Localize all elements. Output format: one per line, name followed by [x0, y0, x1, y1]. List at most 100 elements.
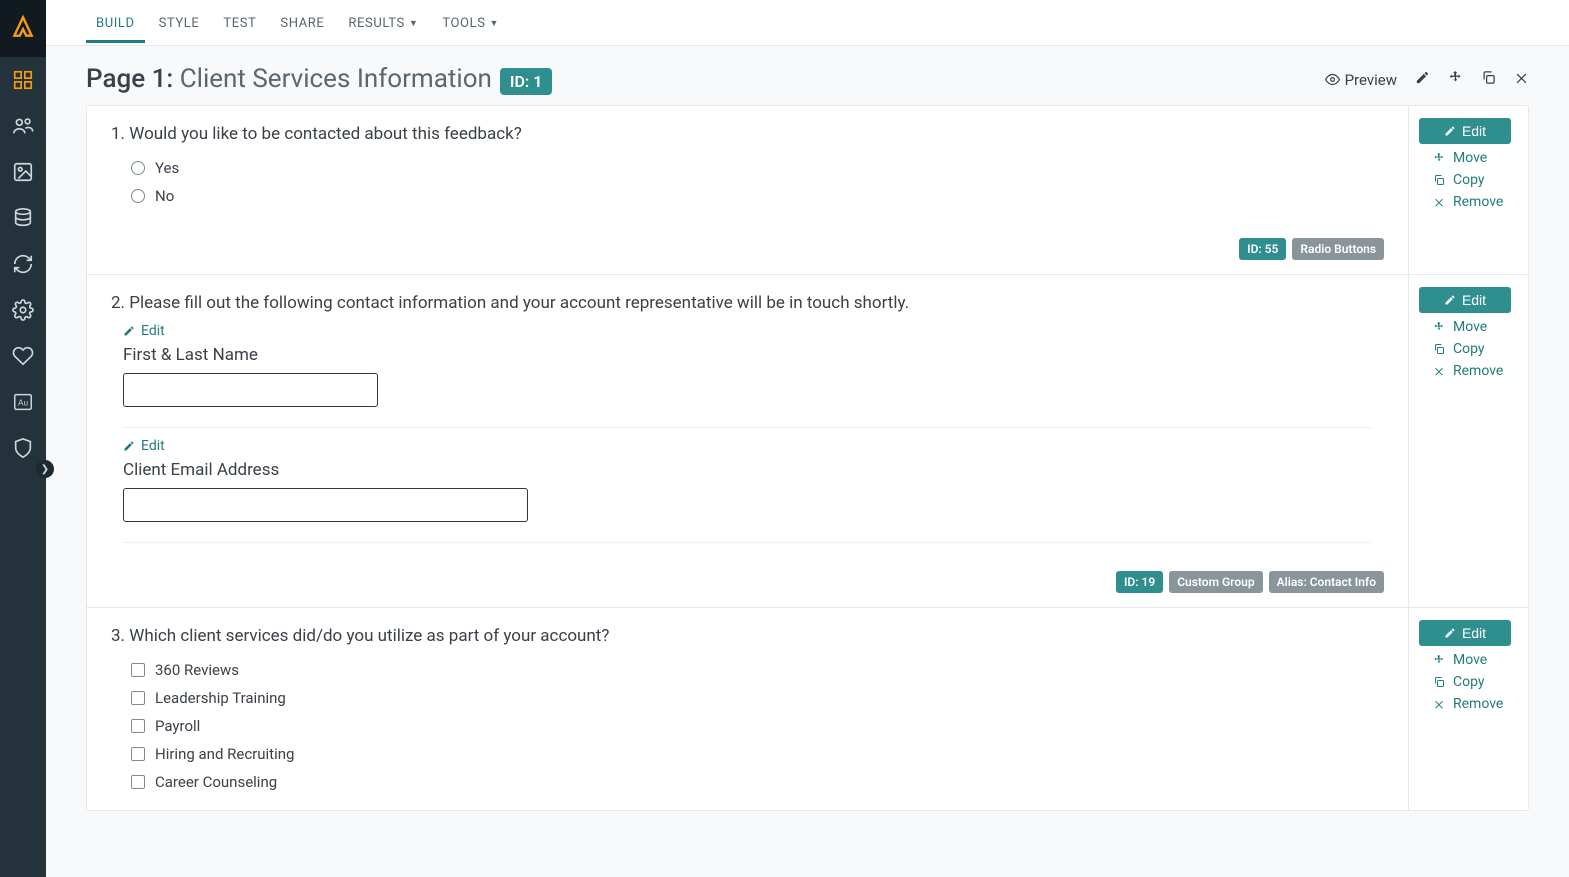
- question-id-chip: ID: 19: [1116, 571, 1163, 593]
- copy-page-button[interactable]: [1481, 70, 1496, 89]
- field-label: First & Last Name: [123, 345, 1384, 365]
- caret-down-icon: ▼: [490, 18, 500, 29]
- tab-label: STYLE: [159, 16, 200, 31]
- content-scroll[interactable]: Page 1: Client Services Information ID: …: [46, 46, 1569, 877]
- question-text: 1. Would you like to be contacted about …: [111, 124, 1384, 144]
- rename-page-button[interactable]: [1415, 70, 1430, 89]
- logo-icon: [10, 14, 36, 40]
- page-header: Page 1: Client Services Information ID: …: [86, 64, 1529, 95]
- move-page-button[interactable]: [1448, 70, 1463, 89]
- tab-test[interactable]: TEST: [213, 2, 266, 43]
- question-side-actions: Edit Move Copy Remove: [1408, 608, 1528, 810]
- pencil-icon: [1444, 125, 1456, 137]
- caret-down-icon: ▼: [409, 18, 419, 29]
- copy-question-link[interactable]: Copy: [1419, 674, 1485, 690]
- rail-item-build[interactable]: [0, 57, 46, 103]
- tab-style[interactable]: STYLE: [149, 2, 210, 43]
- move-icon: [1448, 70, 1463, 85]
- tab-label: SHARE: [280, 16, 324, 31]
- tab-label: BUILD: [96, 16, 135, 31]
- pencil-icon: [1415, 70, 1430, 85]
- radio-icon: [131, 189, 145, 203]
- rail-item-sync[interactable]: [0, 241, 46, 287]
- checkbox-icon: [131, 663, 145, 677]
- checkbox-icon: [131, 719, 145, 733]
- copy-question-link[interactable]: Copy: [1419, 341, 1485, 357]
- rail-item-media[interactable]: [0, 149, 46, 195]
- question-side-actions: Edit Move Copy Remove: [1408, 275, 1528, 607]
- option-label: Hiring and Recruiting: [155, 745, 294, 763]
- subfield-edit-link[interactable]: Edit: [111, 438, 1384, 454]
- remove-question-link[interactable]: Remove: [1419, 696, 1503, 712]
- pencil-icon: [1444, 627, 1456, 639]
- tab-label: TOOLS: [442, 16, 485, 31]
- option-label: Payroll: [155, 717, 200, 735]
- move-question-link[interactable]: Move: [1419, 150, 1487, 166]
- grid-icon: [12, 69, 34, 91]
- edit-question-button[interactable]: Edit: [1419, 118, 1511, 144]
- option-label: No: [155, 187, 174, 205]
- rail-item-data[interactable]: [0, 195, 46, 241]
- au-box-icon: Au: [12, 391, 34, 413]
- edit-question-button[interactable]: Edit: [1419, 620, 1511, 646]
- database-icon: [12, 207, 34, 229]
- preview-button[interactable]: Preview: [1325, 71, 1397, 89]
- tab-share[interactable]: SHARE: [270, 2, 334, 43]
- question-type-chip: Radio Buttons: [1292, 238, 1384, 260]
- question-text: 3. Which client services did/do you util…: [111, 626, 1384, 646]
- checkbox-option[interactable]: Career Counseling: [111, 768, 1384, 796]
- gear-icon: [12, 299, 34, 321]
- name-input[interactable]: [123, 373, 378, 407]
- rail-item-settings[interactable]: [0, 287, 46, 333]
- edit-question-button[interactable]: Edit: [1419, 287, 1511, 313]
- radio-option[interactable]: No: [111, 182, 1384, 210]
- delete-page-button[interactable]: [1514, 70, 1529, 89]
- logo[interactable]: [0, 0, 46, 57]
- checkbox-option[interactable]: Hiring and Recruiting: [111, 740, 1384, 768]
- tab-results[interactable]: RESULTS▼: [338, 2, 428, 43]
- copy-question-link[interactable]: Copy: [1419, 172, 1485, 188]
- radio-option[interactable]: Yes: [111, 154, 1384, 182]
- rail-item-responses[interactable]: [0, 103, 46, 149]
- svg-text:Au: Au: [18, 399, 29, 408]
- tab-build[interactable]: BUILD: [86, 2, 145, 43]
- pencil-icon: [123, 440, 135, 452]
- question-alias-chip: Alias: Contact Info: [1269, 571, 1384, 593]
- question-type-chip: Custom Group: [1169, 571, 1262, 593]
- refresh-icon: [12, 253, 34, 275]
- checkbox-option[interactable]: Leadership Training: [111, 684, 1384, 712]
- email-input[interactable]: [123, 488, 528, 522]
- rail-item-accessibility[interactable]: Au: [0, 379, 46, 425]
- checkbox-option[interactable]: Payroll: [111, 712, 1384, 740]
- checkbox-option[interactable]: 360 Reviews: [111, 656, 1384, 684]
- tab-label: TEST: [223, 16, 256, 31]
- close-icon: [1433, 365, 1445, 377]
- questions-card: 1. Would you like to be contacted about …: [86, 105, 1529, 811]
- preview-label: Preview: [1345, 71, 1397, 89]
- chevron-right-icon: ❯: [41, 464, 49, 475]
- remove-question-link[interactable]: Remove: [1419, 194, 1503, 210]
- close-icon: [1514, 70, 1529, 85]
- rail-collapse-toggle[interactable]: ❯: [36, 460, 54, 478]
- pencil-icon: [123, 325, 135, 337]
- copy-icon: [1433, 174, 1445, 186]
- top-tabs: BUILD STYLE TEST SHARE RESULTS▼ TOOLS ▼: [46, 0, 1569, 46]
- close-icon: [1433, 196, 1445, 208]
- tab-tools[interactable]: TOOLS ▼: [432, 2, 509, 43]
- question-row: 1. Would you like to be contacted about …: [87, 106, 1528, 275]
- question-row: 3. Which client services did/do you util…: [87, 608, 1528, 810]
- move-icon: [1433, 152, 1445, 164]
- option-label: Leadership Training: [155, 689, 286, 707]
- move-question-link[interactable]: Move: [1419, 652, 1487, 668]
- rail-item-favorites[interactable]: [0, 333, 46, 379]
- remove-question-link[interactable]: Remove: [1419, 363, 1503, 379]
- move-icon: [1433, 321, 1445, 333]
- question-side-actions: Edit Move Copy Remove: [1408, 106, 1528, 274]
- subfield-edit-link[interactable]: Edit: [111, 323, 1384, 339]
- move-question-link[interactable]: Move: [1419, 319, 1487, 335]
- shield-icon: [12, 437, 34, 459]
- checkbox-icon: [131, 691, 145, 705]
- main-area: BUILD STYLE TEST SHARE RESULTS▼ TOOLS ▼ P…: [46, 0, 1569, 877]
- option-label: 360 Reviews: [155, 661, 239, 679]
- page-id-badge: ID: 1: [500, 68, 553, 95]
